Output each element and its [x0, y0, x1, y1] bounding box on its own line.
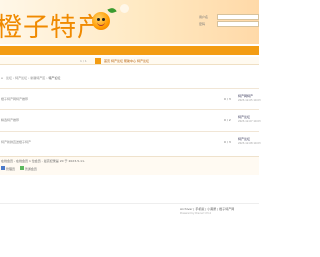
footer: Archiver | 手机版 | 小黑屋 | 橙子特产网 Powered by … [180, 207, 260, 215]
online-legend: 管理员 普通会员 [1, 166, 37, 171]
subnav-links: 首页 特产论坛 帮助中心 特产论坛 [104, 59, 149, 63]
online-title[interactable]: 在线会员 - 在线会员 1 位会员 - 最高纪录是 20 于 2023-5-11… [1, 159, 85, 163]
member-legend-icon [19, 166, 24, 170]
home-crumb-icon[interactable]: ⌂ [1, 76, 3, 80]
subnav-link-forum[interactable]: 特产论坛 [111, 59, 123, 63]
last-post-time[interactable]: 2023-12-05 10:03 [238, 99, 261, 102]
sub-nav: 1 / 1 首页 特产论坛 帮助中心 特产论坛 [0, 57, 259, 65]
thread-stats: 0 / 3 [224, 140, 231, 144]
main-nav-bar [0, 46, 259, 55]
thread-stats: 0 / 3 [224, 97, 231, 101]
page-indicator: 1 / 1 [80, 59, 87, 63]
table-row: 特产新鲜直送橙子特产 0 / 3 特产论坛 2023-12-08 10:03 [0, 136, 261, 150]
footer-divider [0, 203, 259, 204]
subnav-link-help[interactable]: 帮助中心 [124, 59, 136, 63]
breadcrumb-current: 特产论坛 [48, 76, 61, 80]
legend-member: 普通会员 [24, 167, 37, 171]
admin-legend-icon [1, 166, 5, 170]
legend-admin: 管理员 [5, 167, 15, 171]
footer-powered: Powered by Discuz! X3.4 [180, 212, 211, 215]
subnav-link-forum-2[interactable]: 特产论坛 [137, 59, 149, 63]
table-row: 橙子特产网特产推荐 0 / 3 特产网特产 2023-12-05 10:03 [0, 93, 261, 107]
username-input[interactable] [217, 14, 259, 20]
breadcrumb-part-2[interactable]: 新疆特产区 [30, 76, 45, 80]
breadcrumb-home[interactable]: 论坛 [6, 76, 12, 80]
password-label: 密码 [199, 22, 206, 26]
username-label: 用户名 [199, 15, 209, 19]
site-header: 橙子特产 用户名 密码 [0, 0, 259, 44]
subnav-link-home[interactable]: 首页 [104, 59, 110, 63]
last-post-time[interactable]: 2023-12-07 10:03 [238, 120, 261, 123]
row-divider [0, 109, 259, 110]
breadcrumb-part-1[interactable]: 特产论坛 [15, 76, 27, 80]
last-post-user[interactable]: 特产论坛 [238, 115, 250, 119]
row-divider [0, 131, 259, 132]
last-post-user[interactable]: 特产论坛 [238, 137, 250, 141]
thread-title[interactable]: 橙子特产网特产推荐 [1, 97, 28, 101]
online-members-panel: 在线会员 - 在线会员 1 位会员 - 最高纪录是 20 于 2023-5-11… [0, 156, 259, 175]
last-post-user[interactable]: 特产网特产 [238, 94, 253, 98]
site-logo-text[interactable]: 橙子特产 [0, 7, 104, 44]
thread-list-top-border [0, 88, 259, 89]
table-row: 精选特产推荐 0 / 2 特产论坛 2023-12-07 10:03 [0, 114, 261, 128]
orange-mascot-icon [92, 12, 110, 30]
thread-title[interactable]: 精选特产推荐 [1, 118, 19, 122]
password-input[interactable] [217, 21, 259, 27]
decor-circle [120, 4, 129, 13]
last-post-time[interactable]: 2023-12-08 10:03 [238, 142, 261, 145]
breadcrumb: ⌂ 论坛 › 特产论坛 › 新疆特产区 › 特产论坛 [1, 76, 61, 80]
footer-links[interactable]: Archiver | 手机版 | 小黑屋 | 橙子特产网 [180, 207, 260, 211]
thread-title[interactable]: 特产新鲜直送橙子特产 [1, 140, 31, 144]
thread-stats: 0 / 2 [224, 118, 231, 122]
leaf-icon [107, 6, 117, 15]
